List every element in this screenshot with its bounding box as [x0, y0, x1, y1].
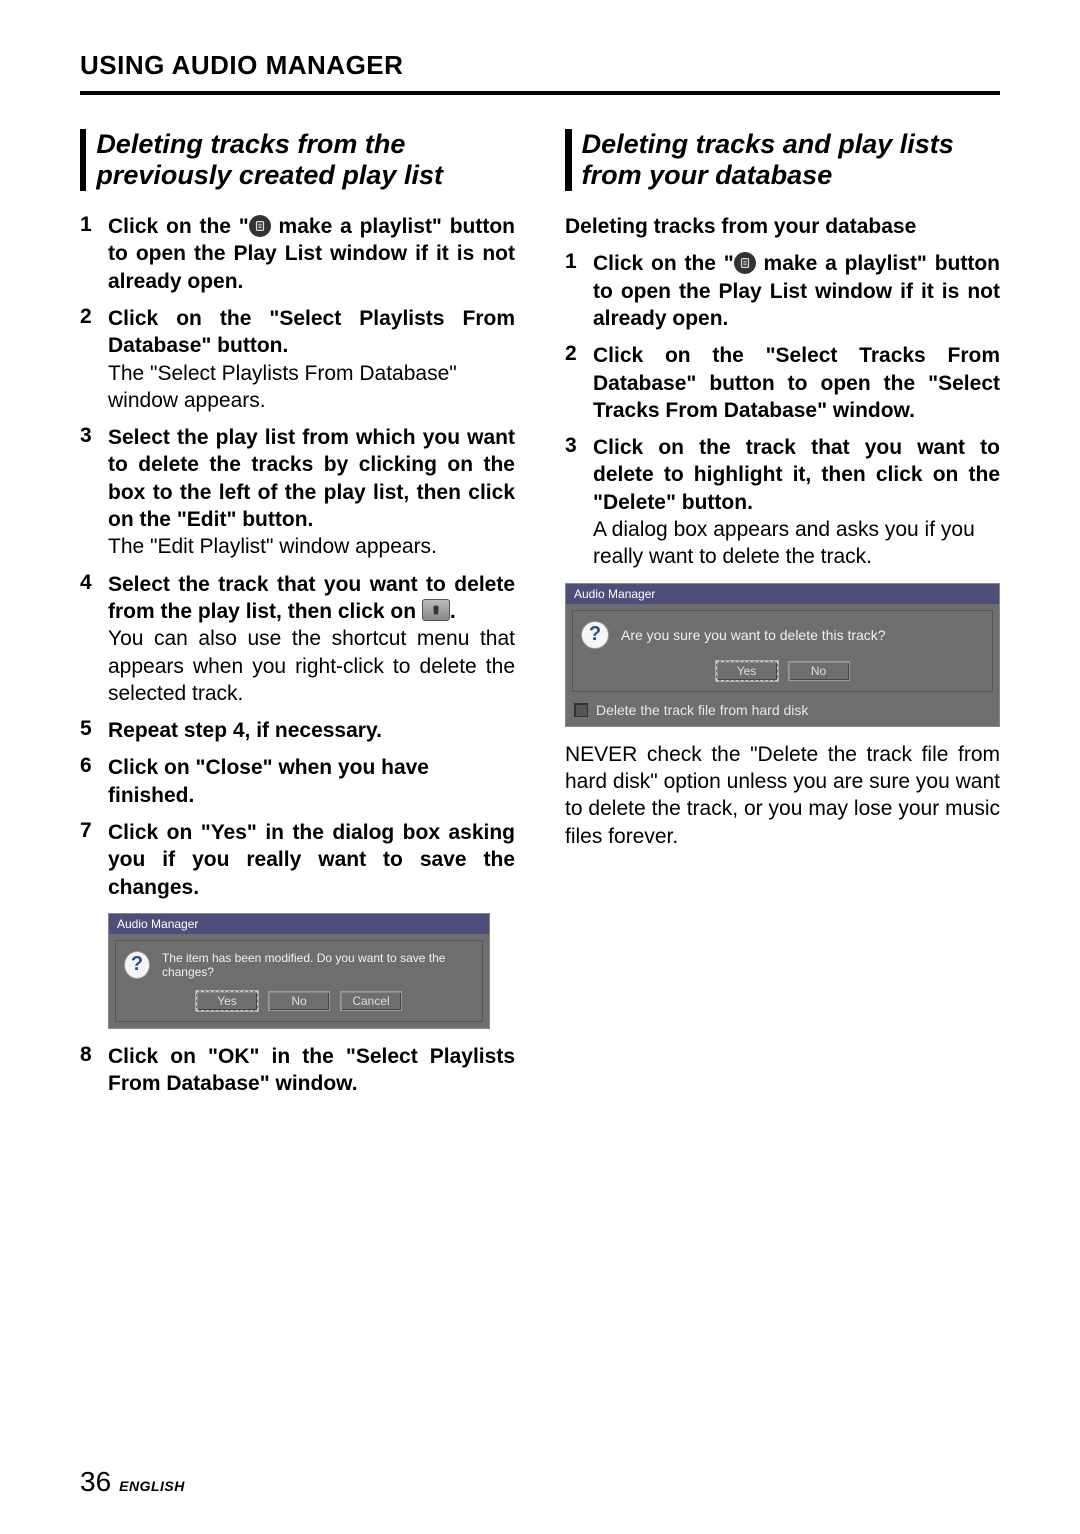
step-1: Click on the " make a playlist" button t…	[593, 250, 1000, 332]
step-2: Click on the "Select Playlists From Data…	[108, 305, 515, 414]
section-bar	[80, 129, 86, 191]
step-7: Click on "Yes" in the dialog box asking …	[108, 819, 515, 1029]
step-text: Click on "Yes" in the dialog box asking …	[108, 819, 515, 901]
steps-left: Click on the " make a playlist" button t…	[80, 213, 515, 1097]
step-3: Click on the track that you want to dele…	[593, 434, 1000, 570]
dialog-buttons: Yes No Cancel	[124, 991, 474, 1011]
dialog-message-row: ? Are you sure you want to delete this t…	[581, 621, 984, 649]
dialog-title: Audio Manager	[566, 584, 999, 604]
trash-icon	[422, 599, 450, 621]
section-heading: Deleting tracks from the previously crea…	[96, 129, 515, 191]
step-text-a: Click on the "	[108, 215, 249, 238]
step-text: Select the play list from which you want…	[108, 424, 515, 533]
playlist-icon	[249, 215, 271, 237]
right-column: Deleting tracks and play lists from your…	[565, 129, 1000, 1108]
step-4: Select the track that you want to delete…	[108, 571, 515, 707]
step-text-b: .	[450, 600, 456, 623]
step-text: Select the track that you want to delete…	[108, 571, 515, 626]
yes-button[interactable]: Yes	[196, 991, 258, 1011]
page-language: ENGLISH	[119, 1478, 185, 1494]
checkbox-row[interactable]: Delete the track file from hard disk	[574, 702, 993, 718]
step-text: Click on the " make a playlist" button t…	[593, 250, 1000, 332]
dialog-panel: ? Are you sure you want to delete this t…	[572, 610, 993, 692]
page-number: 36	[80, 1466, 111, 1498]
dialog-panel: ? The item has been modified. Do you wan…	[115, 940, 483, 1022]
step-body: The "Select Playlists From Database" win…	[108, 360, 515, 415]
step-3: Select the play list from which you want…	[108, 424, 515, 560]
section-title-right: Deleting tracks and play lists from your…	[565, 129, 1000, 191]
page-footer: 36 ENGLISH	[80, 1466, 185, 1498]
step-text: Click on the track that you want to dele…	[593, 434, 1000, 516]
page-header: USING AUDIO MANAGER	[80, 50, 1000, 81]
delete-track-dialog: Audio Manager ? Are you sure you want to…	[565, 583, 1000, 727]
steps-right: Click on the " make a playlist" button t…	[565, 250, 1000, 570]
dialog-message: Are you sure you want to delete this tra…	[621, 627, 886, 643]
post-dialog-text: NEVER check the "Delete the track file f…	[565, 741, 1000, 850]
section-bar	[565, 129, 572, 191]
header-rule	[80, 91, 1000, 95]
step-text: Click on the "Select Playlists From Data…	[108, 305, 515, 360]
no-button[interactable]: No	[788, 661, 850, 681]
no-button[interactable]: No	[268, 991, 330, 1011]
step-1: Click on the " make a playlist" button t…	[108, 213, 515, 295]
step-body: You can also use the shortcut menu that …	[108, 625, 515, 707]
dialog-message-row: ? The item has been modified. Do you wan…	[124, 951, 474, 979]
checkbox-label: Delete the track file from hard disk	[596, 702, 808, 718]
step-text: Click on the " make a playlist" button t…	[108, 213, 515, 295]
step-5: Repeat step 4, if necessary.	[108, 717, 515, 744]
yes-button[interactable]: Yes	[716, 661, 778, 681]
step-6: Click on "Close" when you have finished.	[108, 754, 515, 809]
content-columns: Deleting tracks from the previously crea…	[80, 129, 1000, 1108]
question-icon: ?	[581, 621, 609, 649]
checkbox[interactable]	[574, 703, 588, 717]
step-8: Click on "OK" in the "Select Playlists F…	[108, 1043, 515, 1098]
step-body: The "Edit Playlist" window appears.	[108, 533, 515, 560]
dialog-buttons: Yes No	[581, 661, 984, 681]
left-column: Deleting tracks from the previously crea…	[80, 129, 515, 1108]
dialog-message: The item has been modified. Do you want …	[162, 951, 474, 979]
section-title-left: Deleting tracks from the previously crea…	[80, 129, 515, 191]
step-text-a: Click on the "	[593, 252, 734, 275]
save-changes-dialog: Audio Manager ? The item has been modifi…	[108, 913, 490, 1029]
subheading: Deleting tracks from your database	[565, 213, 1000, 240]
step-2: Click on the "Select Tracks From Databas…	[593, 342, 1000, 424]
question-icon: ?	[124, 951, 150, 979]
step-text: Click on "Close" when you have finished.	[108, 754, 515, 809]
step-text: Click on the "Select Tracks From Databas…	[593, 342, 1000, 424]
step-text: Repeat step 4, if necessary.	[108, 717, 515, 744]
step-text: Click on "OK" in the "Select Playlists F…	[108, 1043, 515, 1098]
playlist-icon	[734, 252, 756, 274]
cancel-button[interactable]: Cancel	[340, 991, 402, 1011]
step-body: A dialog box appears and asks you if you…	[593, 516, 1000, 571]
section-heading: Deleting tracks and play lists from your…	[582, 129, 1000, 191]
dialog-title: Audio Manager	[109, 914, 489, 934]
